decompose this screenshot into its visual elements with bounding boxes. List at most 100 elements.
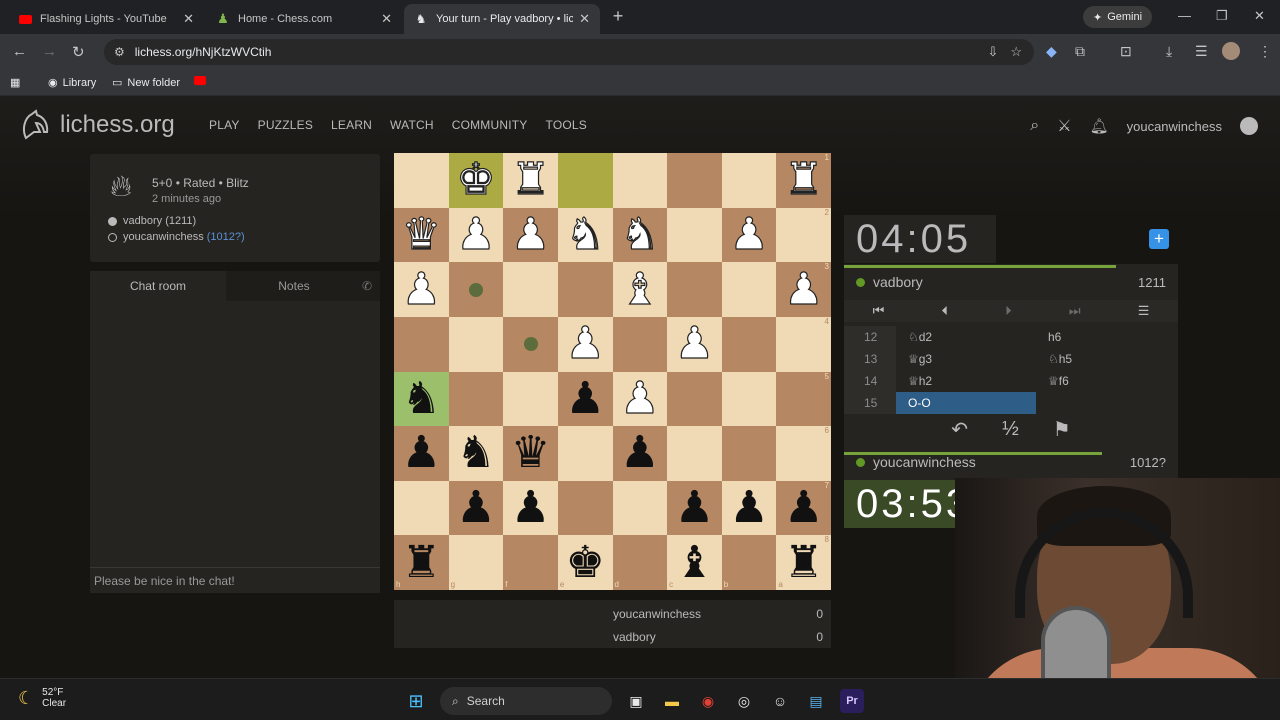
reload-icon[interactable]: ↻ [72,43,85,61]
board-square[interactable]: ♝ c [667,535,722,590]
extension-icon[interactable]: ◆ [1046,43,1057,60]
last-move-icon[interactable]: ⏭ [1069,303,1081,319]
board-square[interactable] [612,480,668,536]
obs-icon[interactable]: ◎ [732,689,756,713]
give-time-plus-icon[interactable]: + [1149,229,1169,249]
bookmark-new-folder[interactable]: ▭ New folder [112,76,180,90]
bookmark-youtube[interactable] [194,76,206,85]
white-bishop-piece[interactable]: ♝ [619,266,660,311]
file-explorer-icon[interactable]: ▬ [660,689,684,713]
weather-widget[interactable]: ☾ 52°F Clear [18,687,66,709]
board-square[interactable] [448,371,504,427]
site-logo[interactable]: lichess.org [18,108,175,142]
white-move[interactable]: ♕g3 [896,348,1036,370]
back-icon[interactable]: ← [12,43,27,60]
username-link[interactable]: youcanwinchess [1127,119,1222,134]
black-move[interactable]: h6 [1036,326,1176,348]
board-square[interactable]: ♞ [557,207,613,263]
chrome-icon[interactable]: ◉ [696,689,720,713]
nav-learn[interactable]: LEARN [331,118,372,132]
black-pawn-piece[interactable]: ♟ [729,486,768,530]
white-move[interactable]: ♘d2 [896,326,1036,348]
board-square[interactable]: ♟ 3 [776,262,831,317]
white-pawn-piece[interactable]: ♟ [456,212,497,257]
legal-move-dot[interactable] [523,337,538,352]
board-square[interactable] [721,316,777,372]
board-square[interactable]: b [721,535,777,590]
black-pawn-piece[interactable]: ♟ [456,486,495,530]
white-knight-piece[interactable]: ♞ [565,212,606,257]
board-square[interactable]: ♜ 8 a [776,535,831,590]
board-square[interactable] [394,153,449,208]
board-square[interactable]: ♟ [667,316,722,372]
board-square[interactable]: ♟ [557,371,613,427]
menu-icon[interactable]: ☰ [1138,303,1150,319]
black-pawn-piece[interactable]: ♟ [402,431,441,475]
board-square[interactable]: ♛ [503,426,558,481]
site-info-icon[interactable]: ⚙ [114,45,125,59]
black-knight-piece[interactable]: ♞ [456,431,495,475]
black-player-line[interactable]: youcanwinchess (1012?) [108,231,245,243]
black-move[interactable]: ♘h5 [1036,348,1176,370]
board-square[interactable]: ♟ [612,426,668,481]
board-square[interactable]: ♜ [503,153,558,208]
black-pawn-piece[interactable]: ♟ [784,486,823,530]
board-square[interactable]: ♞ [448,426,504,481]
black-move[interactable] [1036,392,1176,414]
white-move[interactable]: ♕h2 [896,370,1036,392]
gemini-button[interactable]: ✦ Gemini [1083,6,1153,28]
next-move-icon[interactable]: ⏵ [1005,303,1012,319]
board-square[interactable]: ♞ [394,371,449,427]
notifications-bell-icon[interactable]: 🔔︎ [1090,117,1109,135]
board-square[interactable]: ♟ 7 [776,480,831,536]
board-square[interactable]: ♝ [612,262,668,317]
board-square[interactable]: ♟ [557,316,613,372]
white-pawn-piece[interactable]: ♟ [674,321,715,366]
player-name[interactable]: youcanwinchess [873,454,1130,470]
tab-notes[interactable]: Notes [225,271,362,301]
takeback-icon[interactable]: ↶ [951,417,968,442]
tab-youtube[interactable]: Flashing Lights - YouTube ✕ [8,4,204,34]
first-move-icon[interactable]: ⏮ [873,303,885,319]
black-pawn-piece[interactable]: ♟ [511,486,550,530]
white-pawn-piece[interactable]: ♟ [619,376,660,421]
board-square[interactable]: ♟ [394,262,449,317]
black-bishop-piece[interactable]: ♝ [675,540,714,585]
notepad-icon[interactable]: ▤ [804,689,828,713]
board-square[interactable] [721,262,777,317]
extensions-puzzle-icon[interactable]: ⧉ [1075,43,1085,60]
board-square[interactable] [557,480,613,536]
challenges-icon[interactable]: ⚔ [1057,116,1071,136]
white-pawn-piece[interactable]: ♟ [729,212,770,257]
close-tab-icon[interactable]: ✕ [183,11,194,27]
board-square[interactable] [394,316,449,372]
board-square[interactable] [557,426,613,481]
nav-play[interactable]: PLAY [209,118,240,132]
board-square[interactable]: ♟ [503,207,558,263]
premiere-pro-icon[interactable]: Pr [840,689,864,713]
chat-input[interactable]: Please be nice in the chat! [90,567,380,593]
user-avatar-icon[interactable] [1240,117,1258,135]
board-square[interactable] [721,153,777,208]
board-square[interactable]: ♟ [667,480,722,536]
search-icon[interactable]: ⌕ [1030,117,1039,135]
close-window-icon[interactable]: ✕ [1254,8,1265,24]
white-rook-piece[interactable]: ♜ [783,157,824,202]
board-square[interactable]: ♚ [448,153,504,208]
board-square[interactable]: ♟ [448,480,504,536]
white-pawn-piece[interactable]: ♟ [401,266,442,311]
download-icon[interactable]: ⤓ [1166,43,1172,60]
taskbar-search[interactable]: ⌕ Search [440,687,612,715]
minimize-icon[interactable]: — [1178,8,1191,23]
tab-chat-room[interactable]: Chat room [90,271,226,301]
white-queen-piece[interactable]: ♛ [401,212,442,257]
profile-avatar[interactable] [1222,42,1240,60]
board-square[interactable]: ♟ [448,207,504,263]
board-square[interactable] [557,262,613,317]
address-bar[interactable]: ⚙ lichess.org/hNjKtzWVCtih ⇩ ☆ [104,39,1034,65]
white-rook-piece[interactable]: ♜ [510,157,551,202]
install-app-icon[interactable]: ⇩ [987,44,998,60]
tab-chesscom[interactable]: ♟ Home - Chess.com ✕ [206,4,402,34]
nav-tools[interactable]: TOOLS [546,118,587,132]
black-knight-piece[interactable]: ♞ [402,376,441,421]
